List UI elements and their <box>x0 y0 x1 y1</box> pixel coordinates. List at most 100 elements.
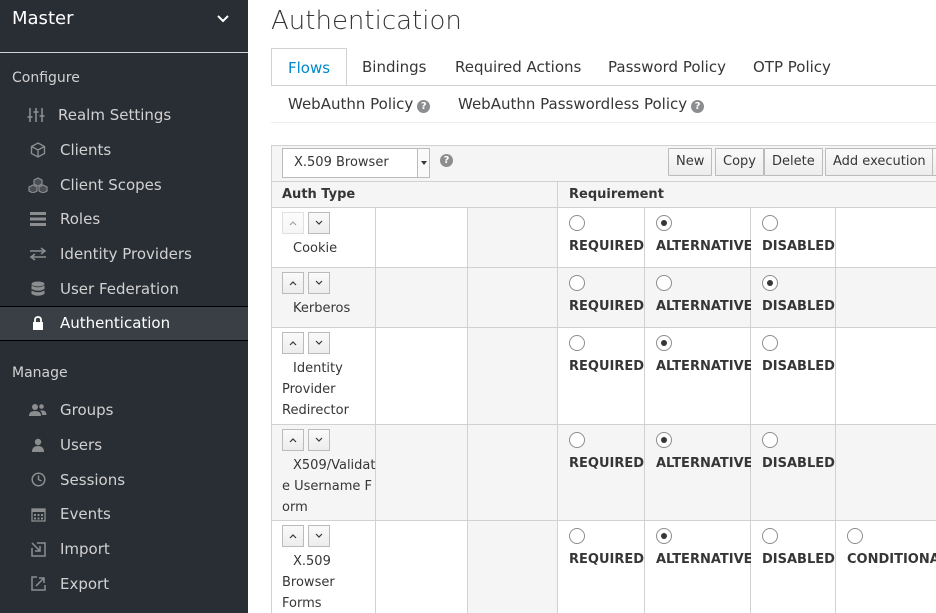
tab-bindings[interactable]: Bindings <box>346 48 443 86</box>
radio-conditional[interactable] <box>847 528 863 544</box>
help-icon[interactable]: ? <box>440 154 453 167</box>
radio-label: ALTERNATIVE <box>656 359 753 374</box>
tab-label: Flows <box>288 59 331 77</box>
radio-required[interactable] <box>569 275 585 291</box>
table-row: Kerberos REQUIRED ALTERNATIVE DISABLED <box>271 268 936 328</box>
move-up-button[interactable] <box>282 272 304 294</box>
column-divider <box>557 182 558 209</box>
radio-label: DISABLED <box>762 239 835 254</box>
radio-disabled[interactable] <box>762 215 778 231</box>
sidebar-item-user-federation[interactable]: User Federation <box>0 271 248 306</box>
requirement-alternative: ALTERNATIVE <box>645 328 753 424</box>
radio-required[interactable] <box>569 215 585 231</box>
flow-select-value: X.509 Browser <box>294 155 389 170</box>
radio-alternative[interactable] <box>656 215 672 231</box>
delete-button[interactable]: Delete <box>764 148 823 176</box>
sidebar-item-events[interactable]: Events <box>0 497 248 532</box>
auth-type-name: Kerberos <box>293 301 351 316</box>
sidebar-item-label: Import <box>60 540 110 559</box>
auth-type-name: X509/Validate Username Form <box>282 458 376 515</box>
radio-disabled[interactable] <box>762 432 778 448</box>
sidebar-item-identity-providers[interactable]: Identity Providers <box>0 237 248 272</box>
radio-alternative[interactable] <box>656 528 672 544</box>
tab-otp-policy[interactable]: OTP Policy <box>737 48 847 86</box>
radio-label: REQUIRED <box>569 239 645 254</box>
tab-label: OTP Policy <box>753 58 831 76</box>
radio-required[interactable] <box>569 528 585 544</box>
sidebar-item-label: Roles <box>60 210 101 229</box>
radio-label: ALTERNATIVE <box>656 552 753 567</box>
requirement-required: REQUIRED <box>558 328 645 424</box>
caret-down-icon <box>417 149 429 177</box>
move-down-button[interactable] <box>308 525 330 547</box>
tab-required-actions[interactable]: Required Actions <box>439 48 597 86</box>
requirement-disabled: DISABLED <box>751 425 836 520</box>
sidebar-item-import[interactable]: Import <box>0 532 248 567</box>
sidebar-item-client-scopes[interactable]: Client Scopes <box>0 167 248 202</box>
users-icon <box>28 402 48 418</box>
radio-label: DISABLED <box>762 552 835 567</box>
auth-type-name: Cookie <box>293 241 338 256</box>
add-flow-button[interactable] <box>932 148 936 176</box>
radio-disabled[interactable] <box>762 528 778 544</box>
tab-label: WebAuthn Policy <box>288 95 414 113</box>
user-icon <box>28 437 48 453</box>
radio-label: REQUIRED <box>569 299 645 314</box>
chevron-down-icon <box>315 280 323 285</box>
move-down-button[interactable] <box>308 272 330 294</box>
table-row: Cookie REQUIRED ALTERNATIVE DISABLED <box>271 208 936 268</box>
realm-selector[interactable]: Master <box>0 0 248 53</box>
move-up-button[interactable] <box>282 429 304 451</box>
auth-type-cell: Identity Provider Redirector <box>272 328 376 424</box>
sidebar-item-sessions[interactable]: Sessions <box>0 462 248 497</box>
sidebar-item-clients[interactable]: Clients <box>0 133 248 168</box>
tab-webauthn-passwordless-policy[interactable]: WebAuthn Passwordless Policy? <box>442 85 720 123</box>
sidebar-item-label: Users <box>60 436 103 455</box>
radio-alternative[interactable] <box>656 335 672 351</box>
sidebar-item-roles[interactable]: Roles <box>0 202 248 237</box>
move-down-button[interactable] <box>308 212 330 234</box>
sidebar-item-realm-settings[interactable]: Realm Settings <box>0 98 248 133</box>
sidebar-item-label: Authentication <box>60 314 171 333</box>
move-down-button[interactable] <box>308 429 330 451</box>
radio-alternative[interactable] <box>656 432 672 448</box>
sidebar-item-label: Identity Providers <box>60 245 192 264</box>
move-down-button[interactable] <box>308 332 330 354</box>
list-icon <box>28 211 48 227</box>
radio-required[interactable] <box>569 432 585 448</box>
add-execution-button[interactable]: Add execution <box>825 148 934 176</box>
copy-button[interactable]: Copy <box>715 148 764 176</box>
move-up-button[interactable] <box>282 332 304 354</box>
manage-section-label: Manage <box>12 365 68 381</box>
requirement-disabled: DISABLED <box>751 208 836 267</box>
main-content: Authentication Flows Bindings Required A… <box>248 0 936 613</box>
sidebar-item-export[interactable]: Export <box>0 566 248 601</box>
tab-flows[interactable]: Flows <box>271 48 348 86</box>
chevron-down-icon <box>315 220 323 225</box>
new-button[interactable]: New <box>668 148 713 176</box>
sidebar-item-label: Export <box>60 574 110 593</box>
help-icon[interactable]: ? <box>691 100 705 113</box>
move-up-button[interactable] <box>282 525 304 547</box>
tab-webauthn-policy[interactable]: WebAuthn Policy? <box>272 85 446 123</box>
reorder-controls <box>282 429 330 451</box>
empty-cell <box>836 328 936 424</box>
flow-select[interactable]: X.509 Browser <box>282 148 430 178</box>
radio-label: ALTERNATIVE <box>656 456 753 471</box>
empty-cell <box>376 521 468 613</box>
radio-required[interactable] <box>569 335 585 351</box>
radio-disabled[interactable] <box>762 335 778 351</box>
auth-type-name: X.509 Browser Forms <box>282 554 335 611</box>
table-row: X509/Validate Username Form REQUIRED ALT… <box>271 425 936 521</box>
tab-password-policy[interactable]: Password Policy <box>592 48 742 86</box>
sidebar-item-users[interactable]: Users <box>0 428 248 463</box>
auth-type-cell: Kerberos <box>272 268 376 327</box>
help-icon[interactable]: ? <box>417 100 431 113</box>
sidebar-item-groups[interactable]: Groups <box>0 393 248 428</box>
radio-alternative[interactable] <box>656 275 672 291</box>
sidebar-item-authentication[interactable]: Authentication <box>0 306 248 341</box>
chevron-up-icon <box>289 438 297 443</box>
move-up-button[interactable] <box>282 212 304 234</box>
radio-disabled[interactable] <box>762 275 778 291</box>
tab-divider <box>271 122 936 123</box>
